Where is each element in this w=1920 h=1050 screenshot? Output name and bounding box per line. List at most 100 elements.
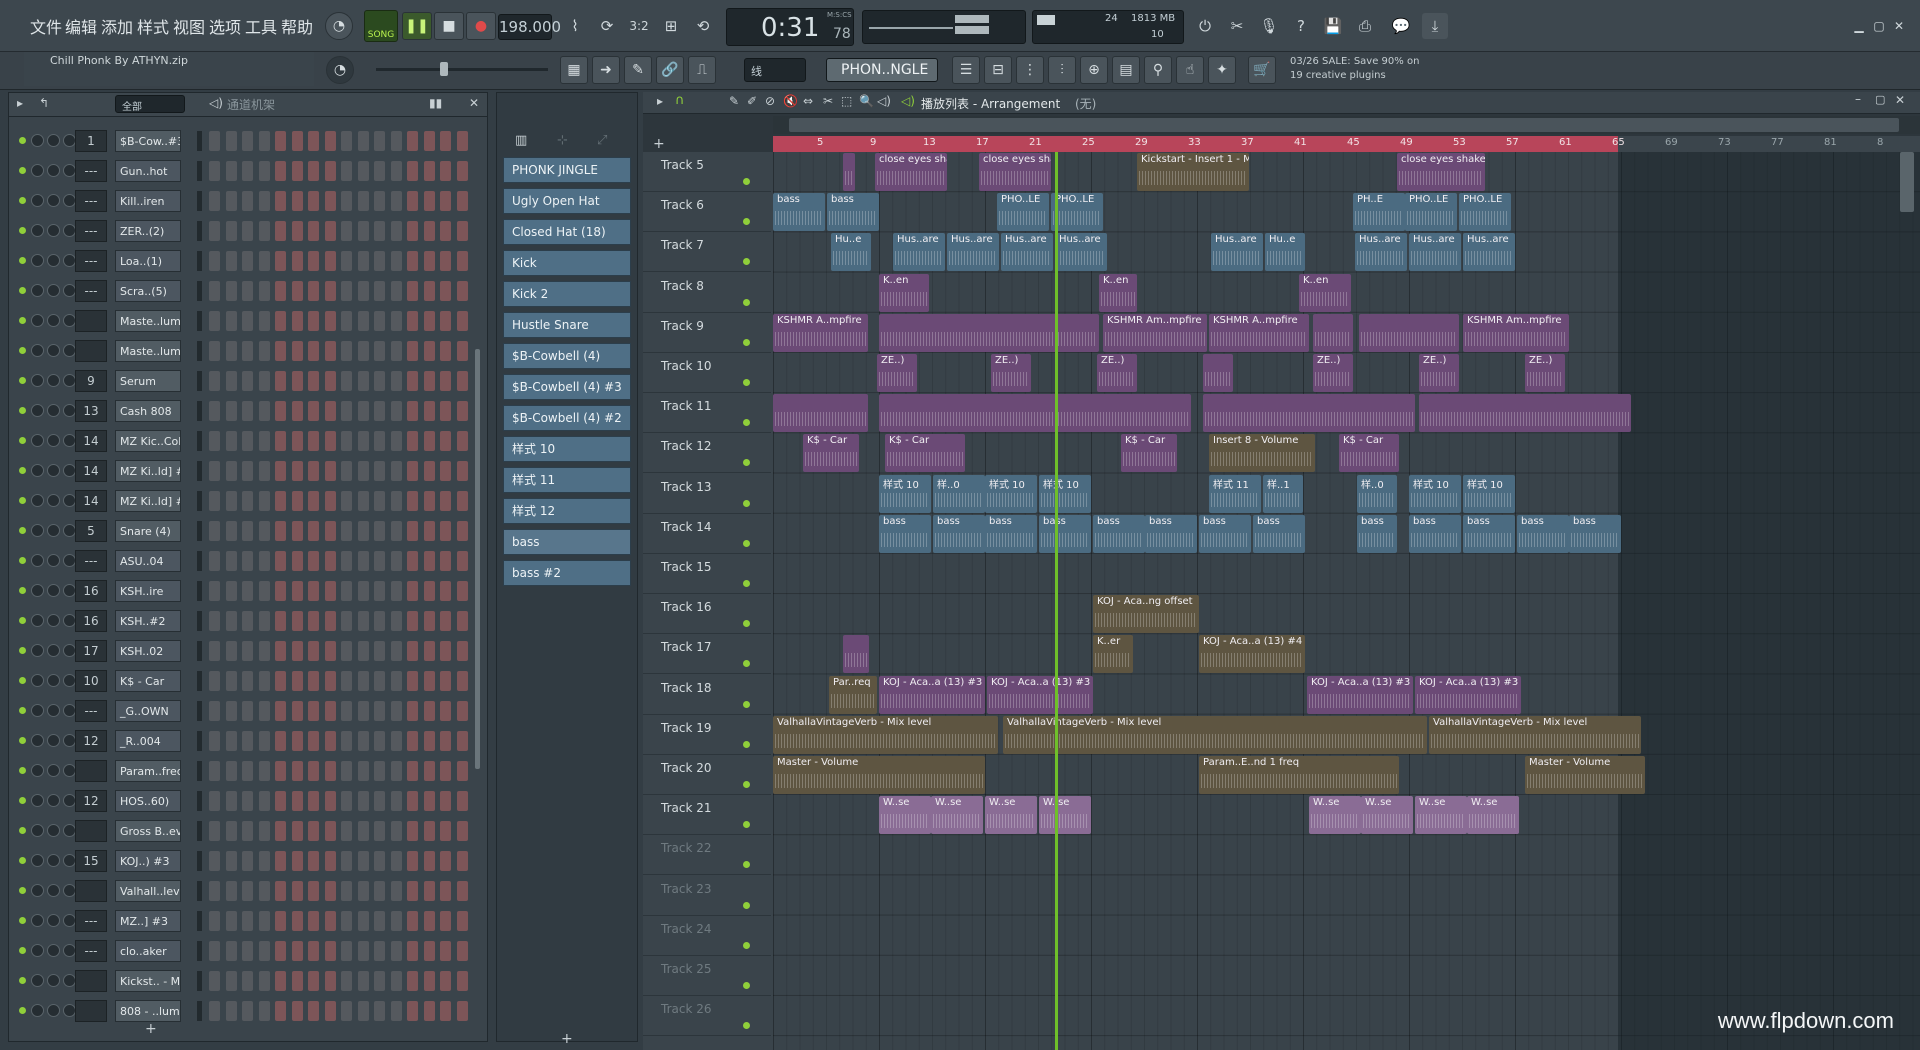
track-header[interactable]: Track 26 — [643, 996, 771, 1037]
step-button[interactable] — [440, 791, 451, 811]
step-button[interactable] — [390, 431, 402, 451]
automation-clip[interactable]: Insert 8 - Volume — [1209, 434, 1315, 473]
step-button[interactable] — [209, 311, 220, 331]
channel-name-button[interactable]: Kill..iren — [115, 190, 181, 212]
audio-clip[interactable]: KOJ - Aca..a (13) #3 — [1307, 675, 1413, 714]
step-button[interactable] — [324, 551, 336, 571]
step-button[interactable] — [374, 311, 385, 331]
channel-row[interactable]: --- Gun..hot — [9, 157, 479, 185]
step-button[interactable] — [407, 161, 418, 181]
step-button[interactable] — [341, 431, 352, 451]
track-header[interactable]: Track 12 — [643, 433, 771, 474]
pattern-clip[interactable]: bass — [1253, 514, 1305, 553]
step-button[interactable] — [225, 521, 237, 541]
channel-volume-knob[interactable] — [47, 884, 60, 897]
channel-select-bar[interactable] — [197, 761, 202, 781]
channel-name-button[interactable]: KSH..ire — [115, 580, 181, 602]
step-button[interactable] — [440, 491, 451, 511]
step-button[interactable] — [440, 341, 451, 361]
step-button[interactable] — [456, 461, 468, 481]
step-button[interactable] — [423, 971, 435, 991]
channel-pan-knob[interactable] — [31, 524, 44, 537]
channel-mixer-track[interactable]: 10 — [75, 670, 107, 692]
step-button[interactable] — [225, 251, 237, 271]
step-button[interactable] — [242, 671, 253, 691]
step-button[interactable] — [209, 881, 220, 901]
step-button[interactable] — [341, 131, 352, 151]
channel-mixer-track[interactable]: 15 — [75, 850, 107, 872]
step-button[interactable] — [423, 791, 435, 811]
step-button[interactable] — [225, 971, 237, 991]
track-enable-led[interactable] — [743, 298, 750, 306]
step-button[interactable] — [291, 821, 303, 841]
step-button[interactable] — [390, 221, 402, 241]
step-button[interactable] — [308, 881, 319, 901]
step-button[interactable] — [374, 1001, 385, 1021]
step-button[interactable] — [242, 341, 253, 361]
channel-volume-knob[interactable] — [47, 404, 60, 417]
step-button[interactable] — [390, 791, 402, 811]
pattern-clip[interactable]: PHO..LE — [1405, 193, 1457, 232]
step-button[interactable] — [275, 431, 286, 451]
playlist-minimize-icon[interactable]: – — [1855, 92, 1861, 106]
mixer-icon[interactable]: ⫶ — [1048, 56, 1076, 84]
menu-patterns[interactable]: 样式 — [137, 14, 169, 38]
channel-name-button[interactable]: K$ - Car — [115, 670, 181, 692]
step-button[interactable] — [308, 1001, 319, 1021]
step-button[interactable] — [407, 371, 418, 391]
playlist-vertical-scrollbar[interactable] — [1900, 152, 1914, 212]
step-button[interactable] — [324, 1001, 336, 1021]
track-enable-led[interactable] — [743, 1022, 750, 1030]
step-button[interactable] — [357, 671, 369, 691]
step-button[interactable] — [374, 761, 385, 781]
channel-volume-knob[interactable] — [47, 674, 60, 687]
channel-pan-knob[interactable] — [31, 614, 44, 627]
step-button[interactable] — [242, 401, 253, 421]
song-mode-toggle[interactable]: SONG — [364, 10, 398, 42]
pattern-clip[interactable]: bass — [1463, 514, 1515, 553]
track-enable-led[interactable] — [743, 861, 750, 869]
channel-mixer-track[interactable]: --- — [75, 910, 107, 932]
step-button[interactable] — [390, 401, 402, 421]
channel-volume-knob[interactable] — [47, 344, 60, 357]
step-button[interactable] — [291, 131, 303, 151]
step-button[interactable] — [407, 221, 418, 241]
stamp-icon[interactable]: ⎍ — [688, 56, 716, 84]
audio-clip[interactable]: KOJ - Aca..a (13) #3 — [987, 675, 1093, 714]
step-sequencer-icon[interactable]: ⊟ — [984, 56, 1012, 84]
step-button[interactable] — [258, 1001, 270, 1021]
channel-mixer-track[interactable] — [75, 310, 107, 332]
channel-volume-knob[interactable] — [47, 614, 60, 627]
step-button[interactable] — [374, 521, 385, 541]
channel-mixer-track[interactable]: --- — [75, 220, 107, 242]
audio-clip[interactable]: W..se — [1467, 796, 1519, 835]
step-button[interactable] — [275, 491, 286, 511]
step-button[interactable] — [324, 491, 336, 511]
step-button[interactable] — [357, 731, 369, 751]
channel-select-bar[interactable] — [197, 521, 202, 541]
channel-name-button[interactable]: MZ Ki..ld] #2 — [115, 490, 181, 512]
step-button[interactable] — [324, 911, 336, 931]
step-button[interactable] — [275, 791, 286, 811]
menu-view[interactable]: 视图 — [173, 14, 205, 38]
track-enable-led[interactable] — [743, 821, 750, 829]
channel-mixer-track[interactable]: 16 — [75, 580, 107, 602]
channel-name-button[interactable]: HOS..60) — [115, 790, 181, 812]
step-button[interactable] — [407, 911, 418, 931]
playback-tool-icon[interactable]: ◁) — [877, 94, 891, 108]
step-button[interactable] — [209, 251, 220, 271]
step-button[interactable] — [341, 521, 352, 541]
step-button[interactable] — [456, 341, 468, 361]
step-button[interactable] — [423, 521, 435, 541]
channel-row[interactable]: Maste..lume — [9, 337, 479, 365]
step-button[interactable] — [242, 641, 253, 661]
step-button[interactable] — [357, 521, 369, 541]
step-button[interactable] — [423, 941, 435, 961]
step-button[interactable] — [225, 851, 237, 871]
step-button[interactable] — [390, 551, 402, 571]
step-button[interactable] — [275, 731, 286, 751]
arrangement-grid[interactable]: close eyes shaker close eyes shaker Kickst… — [773, 152, 1920, 1050]
tempo-display[interactable]: 198.000 — [498, 14, 561, 40]
channel-volume-knob[interactable] — [47, 734, 60, 747]
step-button[interactable] — [423, 401, 435, 421]
